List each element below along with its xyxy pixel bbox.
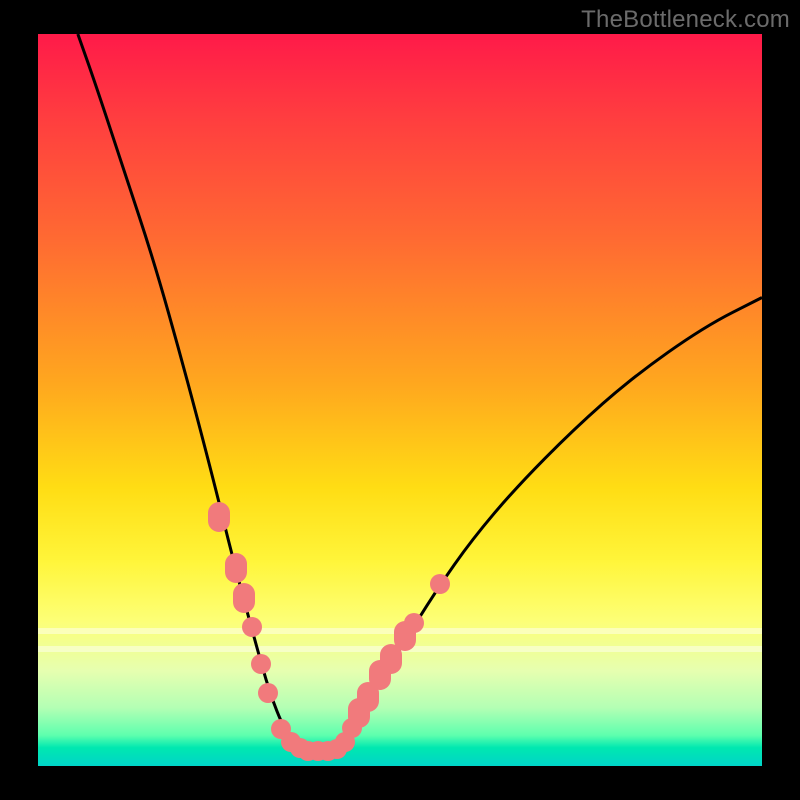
data-marker [404, 613, 424, 633]
data-marker [258, 683, 278, 703]
plot-area [38, 34, 762, 766]
data-marker [208, 502, 230, 532]
data-marker [430, 574, 450, 594]
data-marker [251, 654, 271, 674]
data-marker [242, 617, 262, 637]
data-marker [233, 583, 255, 613]
data-marker [225, 553, 247, 583]
watermark-text: TheBottleneck.com [581, 6, 790, 34]
chart-frame: TheBottleneck.com [0, 0, 800, 800]
